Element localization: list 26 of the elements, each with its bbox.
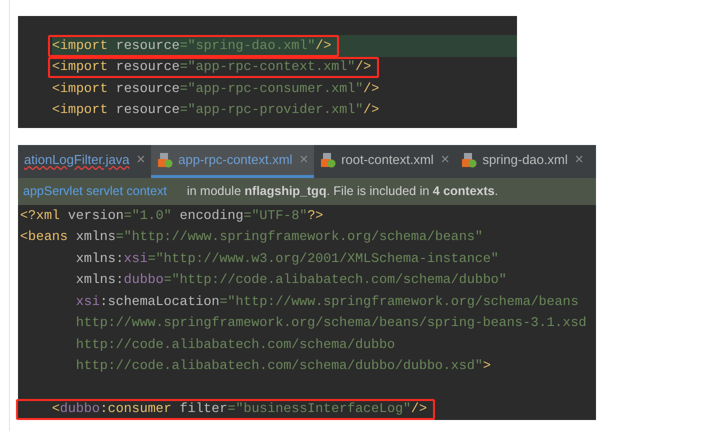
code-line: xmlns:dubbo="http://code.alibabatech.com/schema/dubbo" [74,271,507,290]
banner-message: in module nflagship_tgq. File is included in 4 contexts. [186,183,498,200]
context-link[interactable]: appServlet servlet context [23,182,167,201]
close-icon[interactable]: × [136,148,146,172]
code-line: xsi:schemaLocation="http://www.springframework.org/schema/beans [74,292,579,311]
code-line: <import resource="spring-dao.xml"/> [52,36,332,55]
xml-file-icon [320,152,336,168]
code-line: <import resource="app-rpc-consumer.xml"/> [52,80,380,98]
close-icon[interactable]: × [440,148,450,172]
editor-tab[interactable]: ationLogFilter.java × [18,145,152,178]
code-line: <import resource="app-rpc-context.xml"/> [52,58,372,76]
xml-file-icon [461,152,478,168]
code-line: <import resource="app-rpc-provider.xml"/> [52,101,380,120]
xml-file-icon [157,152,174,168]
code-line: <?xml version="1.0" encoding="UTF-8"?> [20,206,324,225]
code-line: xmlns:xsi="http://www.w3.org/2001/XMLSchema-instance" [74,250,499,268]
code-line: http://code.alibabatech.com/schema/dubbo/dubbo.xsd"> [74,357,491,376]
code-line: <beans xmlns="http://www.springframework.org/schema/beans" [20,228,483,246]
editor-tab[interactable]: root-context.xml × [314,145,456,178]
close-icon[interactable]: × [299,148,308,172]
code-line: http://code.alibabatech.com/schema/dubbo [74,336,396,354]
editor-tab[interactable]: spring-dao.xml × [455,145,590,178]
close-icon[interactable]: × [574,148,584,172]
editor-tab[interactable]: app-rpc-context.xml × [151,145,314,178]
code-line: <dubbo:consumer filter="businessInterfaceLog"/> [50,400,427,418]
code-line: http://www.springframework.org/schema/beans/spring-beans-3.1.xsd [74,314,587,332]
